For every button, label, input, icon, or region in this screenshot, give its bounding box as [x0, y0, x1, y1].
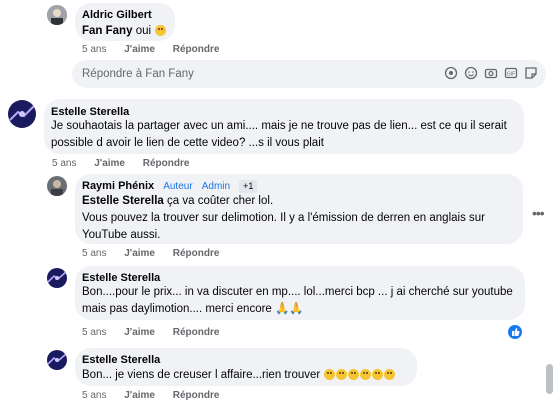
scrollbar-thumb[interactable]: [546, 364, 553, 394]
comment-text: Bon....pour le prix... in va discuter en…: [82, 284, 518, 318]
person-photo-icon: [47, 5, 67, 25]
reply-tools: GIF: [444, 66, 538, 80]
like-button[interactable]: J'aime: [124, 390, 155, 401]
comment-actions: 5 ans J'aime Répondre: [82, 327, 234, 338]
comment-author[interactable]: Estelle Sterella: [51, 106, 129, 118]
comment-text: Je souhaotais la partager avec un ami...…: [51, 120, 507, 149]
timestamp[interactable]: 5 ans: [52, 158, 76, 169]
reply-button[interactable]: Répondre: [143, 158, 190, 169]
reply-button[interactable]: Répondre: [173, 390, 220, 401]
reply-button[interactable]: Répondre: [173, 327, 220, 338]
comment-actions: 5 ans J'aime Répondre: [82, 248, 234, 259]
gif-icon[interactable]: GIF: [504, 66, 518, 80]
reply-button[interactable]: Répondre: [173, 248, 220, 259]
author-badge: Auteur: [163, 181, 193, 192]
comment-bubble: Estelle Sterella Bon... je viens de creu…: [75, 348, 417, 386]
comment-bubble: Estelle Sterella Bon....pour le prix... …: [75, 266, 525, 320]
comment-text: Bon... je viens de creuser l affaire...r…: [82, 367, 396, 384]
smile-emoji-icon: [155, 25, 167, 36]
emoji-icon[interactable]: [464, 66, 478, 80]
svg-text:GIF: GIF: [507, 72, 515, 78]
avatar[interactable]: [47, 350, 67, 370]
space-photo-icon: [47, 350, 67, 370]
avatar[interactable]: [47, 5, 67, 25]
badge-count[interactable]: +1: [239, 180, 258, 193]
comment-author[interactable]: Estelle Sterella: [82, 354, 160, 366]
like-button[interactable]: J'aime: [94, 158, 125, 169]
reply-input[interactable]: Répondre à Fan Fany GIF: [72, 60, 546, 88]
mention-link[interactable]: Fan Fany: [82, 25, 132, 37]
comment-bubble: Estelle Sterella Je souhaotais la partag…: [44, 99, 524, 154]
timestamp[interactable]: 5 ans: [82, 390, 106, 401]
space-photo-icon: [47, 268, 67, 288]
comment-text: Fan Fany oui: [82, 23, 167, 40]
avatar[interactable]: [47, 176, 67, 196]
author-name[interactable]: Raymi Phénix: [82, 180, 154, 192]
admin-badge: Admin: [201, 181, 231, 192]
comment-body: Bon... je viens de creuser l affaire...r…: [82, 369, 321, 381]
camera-icon[interactable]: [484, 66, 498, 80]
comment-author: Raymi Phénix Auteur Admin +1: [82, 180, 258, 193]
sticker-alt-icon[interactable]: [524, 66, 538, 80]
comment-actions: 5 ans J'aime Répondre: [82, 390, 234, 401]
like-button[interactable]: J'aime: [124, 248, 155, 259]
comment-actions: 5 ans J'aime Répondre: [82, 44, 234, 55]
reply-placeholder: Répondre à Fan Fany: [82, 68, 194, 80]
avatar[interactable]: [8, 100, 36, 128]
comment-body-line1: ça va coûter cher lol.: [167, 195, 274, 207]
praying-hands-emoji-icon: 🙏🙏: [275, 303, 304, 315]
comment-body-line2: Vous pouvez la trouver sur delimotion. I…: [82, 212, 485, 241]
comment-actions: 5 ans J'aime Répondre: [52, 158, 204, 169]
comment-bubble: Aldric Gilbert Fan Fany oui: [75, 3, 175, 41]
person-photo-icon: [47, 176, 67, 196]
like-button[interactable]: J'aime: [124, 44, 155, 55]
like-button[interactable]: J'aime: [124, 327, 155, 338]
timestamp[interactable]: 5 ans: [82, 327, 106, 338]
avatar[interactable]: [47, 268, 67, 288]
sticker-icon[interactable]: [444, 66, 458, 80]
thinking-emoji-icon: [323, 369, 396, 381]
comment-body: oui: [135, 25, 152, 37]
reply-button[interactable]: Répondre: [173, 44, 220, 55]
mention-link[interactable]: Estelle Sterella: [82, 195, 164, 207]
comment-text: Estelle Sterella ça va coûter cher lol. …: [82, 193, 516, 244]
timestamp[interactable]: 5 ans: [82, 44, 106, 55]
comment-author[interactable]: Estelle Sterella: [82, 272, 160, 284]
more-options-icon[interactable]: •••: [532, 205, 545, 221]
comment-bubble: Raymi Phénix Auteur Admin +1 Estelle Ste…: [75, 174, 523, 244]
like-reaction-icon[interactable]: [508, 325, 522, 339]
timestamp[interactable]: 5 ans: [82, 248, 106, 259]
comment-author[interactable]: Aldric Gilbert: [82, 9, 152, 21]
space-photo-icon: [8, 100, 36, 128]
